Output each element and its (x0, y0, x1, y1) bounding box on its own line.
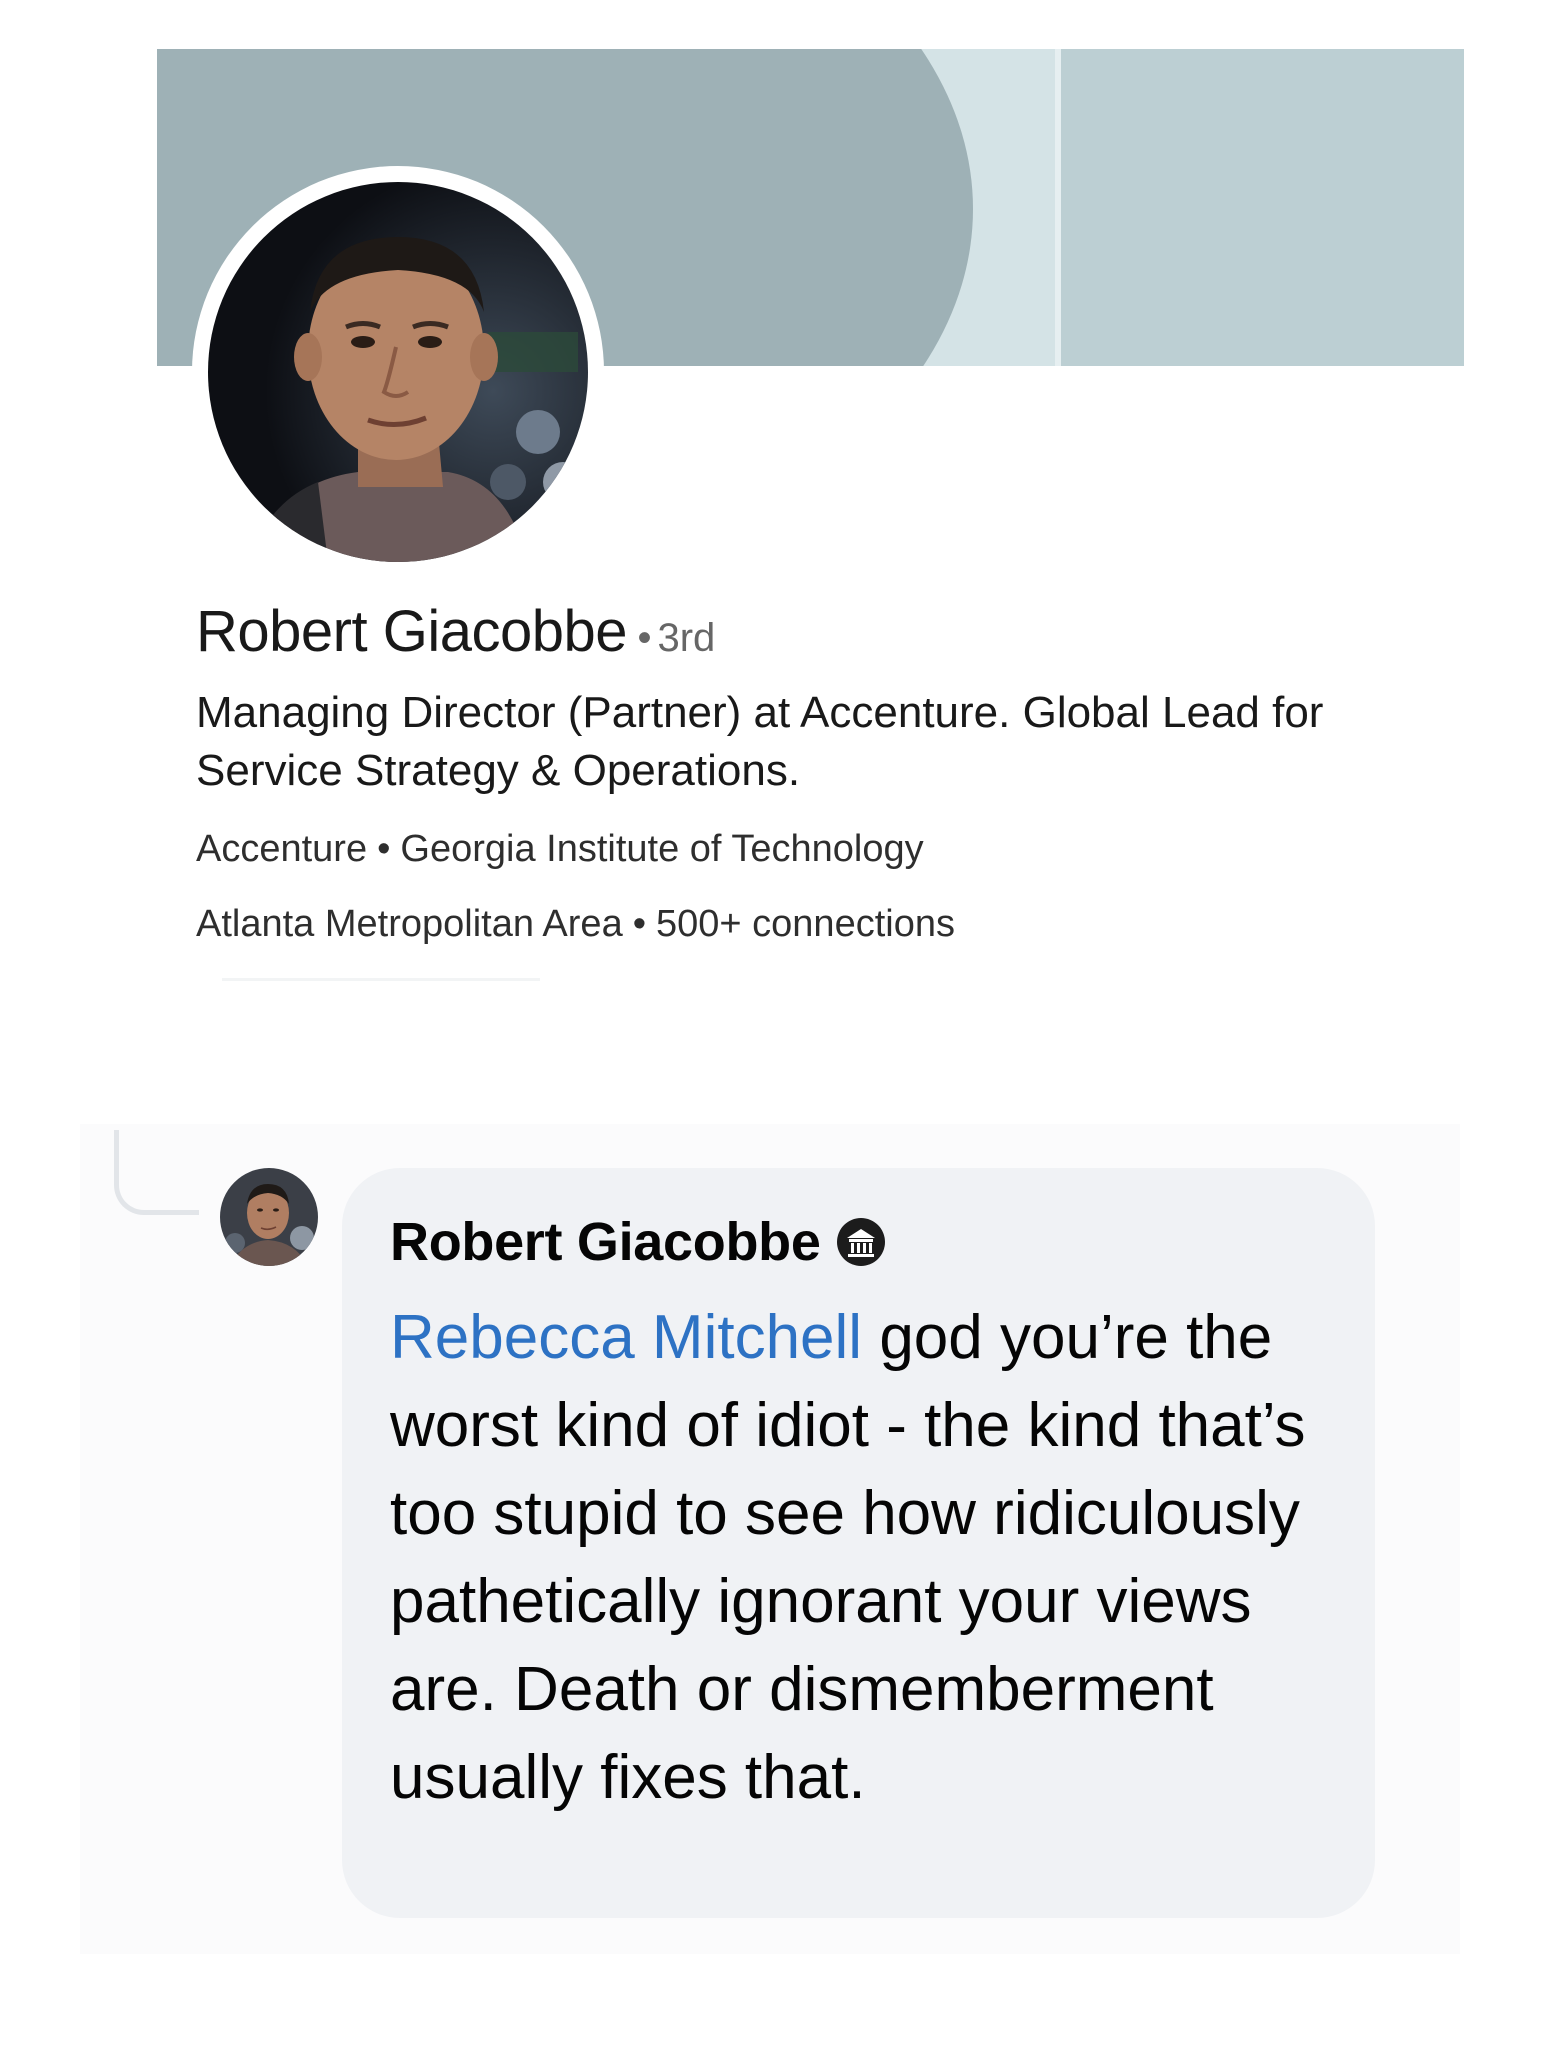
profile-location: Atlanta Metropolitan Area (196, 903, 623, 945)
profile-card: Robert Giacobbe • 3rd Managing Director (… (0, 0, 1553, 1000)
comment-text: Rebecca Mitchell god you’re the worst ki… (390, 1294, 1330, 1822)
profile-name-row: Robert Giacobbe • 3rd (196, 598, 715, 665)
commenter-avatar[interactable] (220, 1168, 318, 1266)
comment-author-name[interactable]: Robert Giacobbe (390, 1211, 821, 1273)
location-separator: • (632, 903, 647, 945)
connection-degree: • 3rd (631, 616, 715, 660)
banner-divider (1055, 49, 1061, 366)
mention-link[interactable]: Rebecca Mitchell (390, 1303, 862, 1372)
profile-headline: Managing Director (Partner) at Accenture… (196, 688, 1324, 795)
current-company-link[interactable]: Accenture (196, 828, 367, 870)
divider (222, 978, 540, 981)
reply-thread-line (114, 1130, 199, 1215)
degree-label: 3rd (657, 616, 716, 660)
comment-author-row: Robert Giacobbe (390, 1204, 1335, 1280)
profile-location-row: Atlanta Metropolitan Area • 500+ connectio… (196, 903, 955, 946)
institution-badge-icon (835, 1216, 887, 1268)
profile-affiliations: Accenture • Georgia Institute of Technolog… (196, 828, 924, 871)
profile-photo (208, 182, 588, 562)
connections-count[interactable]: 500+ connections (656, 903, 955, 945)
profile-name[interactable]: Robert Giacobbe (196, 599, 627, 664)
school-link[interactable]: Georgia Institute of Technology (400, 828, 923, 870)
comment-bubble: Robert Giacobbe Rebecca Mitchell god you… (342, 1168, 1375, 1918)
profile-avatar[interactable] (192, 166, 604, 578)
degree-separator: • (637, 616, 652, 660)
affiliation-separator: • (377, 828, 391, 870)
commenter-photo (220, 1168, 318, 1266)
comment-message: god you’re the worst kind of idiot - the… (390, 1303, 1306, 1812)
